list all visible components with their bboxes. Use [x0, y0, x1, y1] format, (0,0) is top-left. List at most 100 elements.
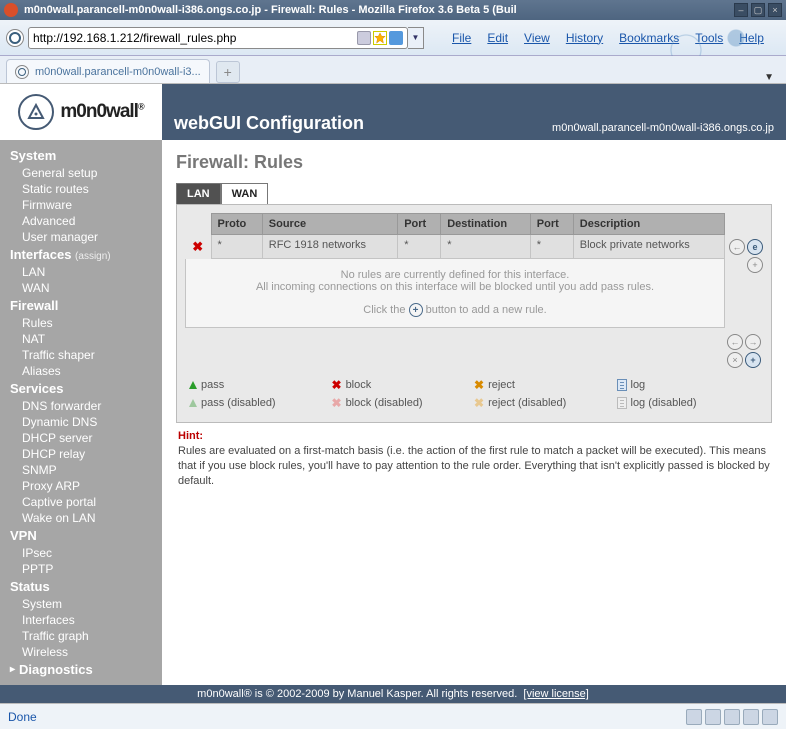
sidebar: System General setup Static routes Firmw…: [0, 140, 162, 685]
sidebar-group-system[interactable]: System: [10, 146, 162, 165]
new-tab-button[interactable]: +: [216, 61, 240, 83]
menu-tools[interactable]: Tools: [695, 31, 723, 45]
addon-icon-2[interactable]: [705, 709, 721, 725]
log-icon: [617, 379, 627, 391]
sidebar-item-snmp[interactable]: SNMP: [10, 462, 162, 478]
sidebar-group-diagnostics[interactable]: Diagnostics: [10, 660, 162, 679]
addon-icon-1[interactable]: [686, 709, 702, 725]
delete-rule-button[interactable]: ×: [727, 352, 743, 368]
reject-disabled-icon: ✖: [474, 396, 484, 410]
menu-help[interactable]: Help: [739, 31, 764, 45]
logo-icon: [18, 94, 54, 130]
minimize-button[interactable]: –: [734, 3, 748, 17]
view-license-link[interactable]: [view license]: [523, 688, 588, 700]
interface-tabs: LAN WAN: [176, 183, 772, 204]
url-bar[interactable]: [28, 27, 408, 49]
sidebar-item-dns-forwarder[interactable]: DNS forwarder: [10, 398, 162, 414]
header-title: webGUI Configuration: [174, 113, 364, 134]
bookmark-star-icon[interactable]: [373, 31, 387, 45]
logo[interactable]: m0n0wall®: [0, 84, 162, 140]
col-source: Source: [262, 214, 397, 235]
block-icon: ✖: [192, 239, 203, 254]
browser-statusbar: Done: [0, 703, 786, 729]
sidebar-item-rules[interactable]: Rules: [10, 315, 162, 331]
sidebar-item-dhcp-server[interactable]: DHCP server: [10, 430, 162, 446]
table-row[interactable]: ✖ * RFC 1918 networks * * * Block privat…: [185, 235, 725, 259]
sidebar-item-ipsec[interactable]: IPsec: [10, 545, 162, 561]
sidebar-assign-link[interactable]: (assign): [75, 251, 111, 262]
sidebar-item-traffic-shaper[interactable]: Traffic shaper: [10, 347, 162, 363]
tab-wan[interactable]: WAN: [221, 183, 269, 204]
reject-icon: ✖: [474, 378, 484, 392]
sidebar-item-dhcp-relay[interactable]: DHCP relay: [10, 446, 162, 462]
menu-edit[interactable]: Edit: [487, 31, 508, 45]
edit-rule-button[interactable]: e: [747, 239, 763, 255]
hint-text: Rules are evaluated on a first-match bas…: [178, 445, 770, 487]
addon-icon-4[interactable]: [743, 709, 759, 725]
cell-dest: *: [441, 235, 531, 259]
status-text: Done: [8, 710, 37, 724]
sidebar-item-status-interfaces[interactable]: Interfaces: [10, 612, 162, 628]
sidebar-item-wake-on-lan[interactable]: Wake on LAN: [10, 510, 162, 526]
sidebar-item-dynamic-dns[interactable]: Dynamic DNS: [10, 414, 162, 430]
move-left-bottom-button[interactable]: ←: [727, 334, 743, 350]
col-port2: Port: [530, 214, 573, 235]
move-left-button[interactable]: ←: [729, 239, 745, 255]
sidebar-item-lan[interactable]: LAN: [10, 264, 162, 280]
header-bar: webGUI Configuration m0n0wall.parancell-…: [162, 84, 786, 140]
sidebar-group-vpn[interactable]: VPN: [10, 526, 162, 545]
sidebar-group-firewall[interactable]: Firewall: [10, 296, 162, 315]
sidebar-item-captive-portal[interactable]: Captive portal: [10, 494, 162, 510]
sidebar-item-static-routes[interactable]: Static routes: [10, 181, 162, 197]
cell-proto: *: [211, 235, 262, 259]
plus-icon: +: [409, 303, 423, 317]
site-identity-icon[interactable]: [6, 29, 24, 47]
sidebar-item-wireless[interactable]: Wireless: [10, 644, 162, 660]
url-input[interactable]: [33, 31, 353, 45]
pass-icon: [189, 381, 197, 389]
maximize-button[interactable]: ▢: [751, 3, 765, 17]
tab-lan[interactable]: LAN: [176, 183, 221, 204]
browser-tab-active[interactable]: m0n0wall.parancell-m0n0wall-i3...: [6, 59, 210, 83]
block-legend-icon: ✖: [332, 378, 342, 392]
go-button[interactable]: [389, 31, 403, 45]
sidebar-item-firmware[interactable]: Firmware: [10, 197, 162, 213]
menu-history[interactable]: History: [566, 31, 603, 45]
close-window-button[interactable]: ×: [768, 3, 782, 17]
sidebar-item-user-manager[interactable]: User manager: [10, 229, 162, 245]
cell-desc: Block private networks: [573, 235, 724, 259]
sidebar-item-nat[interactable]: NAT: [10, 331, 162, 347]
browser-tabbar: m0n0wall.parancell-m0n0wall-i3... + ▼: [0, 56, 786, 84]
add-rule-inline-button[interactable]: +: [747, 257, 763, 273]
sidebar-item-general-setup[interactable]: General setup: [10, 165, 162, 181]
legend: pass ✖block ✖reject log pass (disabled) …: [185, 370, 763, 414]
page-title: Firewall: Rules: [176, 152, 772, 173]
move-right-bottom-button[interactable]: →: [745, 334, 761, 350]
feed-icon[interactable]: [357, 31, 371, 45]
menu-file[interactable]: File: [452, 31, 471, 45]
tab-overflow-button[interactable]: ▼: [764, 72, 780, 83]
sidebar-item-proxy-arp[interactable]: Proxy ARP: [10, 478, 162, 494]
sidebar-group-services[interactable]: Services: [10, 379, 162, 398]
sidebar-item-advanced[interactable]: Advanced: [10, 213, 162, 229]
sidebar-group-interfaces[interactable]: Interfaces (assign): [10, 245, 162, 264]
menu-bookmarks[interactable]: Bookmarks: [619, 31, 679, 45]
window-titlebar: m0n0wall.parancell-m0n0wall-i386.ongs.co…: [0, 0, 786, 20]
sidebar-item-aliases[interactable]: Aliases: [10, 363, 162, 379]
sidebar-item-wan[interactable]: WAN: [10, 280, 162, 296]
sidebar-group-status[interactable]: Status: [10, 577, 162, 596]
addon-icon-5[interactable]: [762, 709, 778, 725]
add-rule-button[interactable]: +: [745, 352, 761, 368]
sidebar-item-status-system[interactable]: System: [10, 596, 162, 612]
main-content: Firewall: Rules LAN WAN Proto Source Por…: [162, 140, 786, 685]
pass-disabled-icon: [189, 399, 197, 407]
addon-icon-3[interactable]: [724, 709, 740, 725]
firefox-icon: [4, 3, 18, 17]
menu-view[interactable]: View: [524, 31, 550, 45]
sidebar-item-pptp[interactable]: PPTP: [10, 561, 162, 577]
hint-box: Hint: Rules are evaluated on a first-mat…: [176, 423, 772, 494]
sidebar-item-traffic-graph[interactable]: Traffic graph: [10, 628, 162, 644]
url-history-dropdown[interactable]: ▼: [408, 27, 424, 49]
empty-rules-message: No rules are currently defined for this …: [185, 259, 725, 328]
favicon-icon: [15, 65, 29, 79]
